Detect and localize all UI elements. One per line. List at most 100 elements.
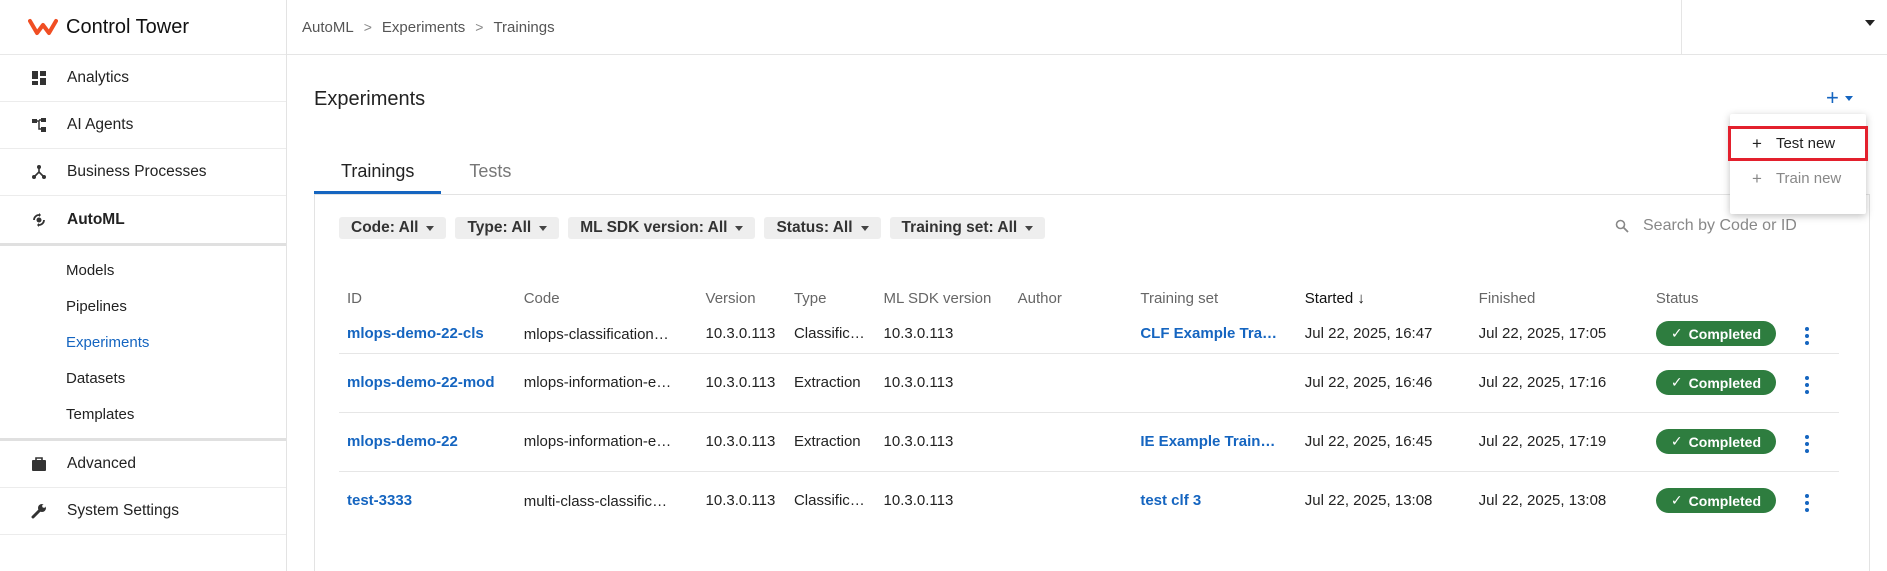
column-header-finished[interactable]: Finished [1471,281,1648,315]
status-badge-label: Completed [1688,374,1761,391]
table-row[interactable]: mlops-demo-22-mod mlops-information-extr… [339,353,1839,413]
sidebar-subitem-datasets[interactable]: Datasets [0,360,286,396]
search-icon [1615,219,1629,233]
page-title: Experiments [314,88,426,110]
menu-item-train-new[interactable]: + Train new [1730,161,1866,196]
sidebar-item-advanced[interactable]: Advanced [0,441,286,488]
dashboard-icon [30,69,48,87]
column-header-id[interactable]: ID [339,281,516,315]
sidebar-item-ai-agents[interactable]: AI Agents [0,102,286,149]
control-tower-logo-icon [28,19,58,35]
sidebar-item-business-processes[interactable]: Business Processes [0,149,286,196]
column-header-version[interactable]: Version [698,281,786,315]
column-header-training-set[interactable]: Training set [1132,281,1296,315]
sidebar-item-label: System Settings [67,502,179,519]
status-badge: ✓ Completed [1655,370,1776,395]
sidebar-subitem-experiments[interactable]: Experiments [0,324,286,360]
cell-actions [1793,315,1839,354]
column-header-actions [1793,281,1839,315]
status-badge-label: Completed [1688,433,1761,450]
chevron-down-icon [539,225,548,231]
cell-code-text: mlops-information-extrac… [523,433,674,451]
sidebar-item-system-settings[interactable]: System Settings [0,488,286,535]
brand[interactable]: Control Tower [0,0,286,55]
menu-item-test-new[interactable]: + Test new [1728,126,1868,161]
breadcrumb: AutoML > Experiments > Trainings [287,19,555,36]
cell-actions [1793,412,1839,472]
tab-tests[interactable]: Tests [441,155,538,194]
cell-training-set[interactable] [1132,353,1297,413]
chevron-down-icon [1844,95,1853,101]
more-options-icon[interactable] [1801,323,1813,349]
cell-id[interactable]: mlops-demo-22-mod [339,353,516,413]
ai-agents-icon [30,116,48,134]
process-icon [30,163,48,181]
cell-type: Extraction [785,412,876,472]
table-row[interactable]: mlops-demo-22-cls mlops-classification-p… [339,315,1839,354]
cell-author [1010,471,1133,530]
cell-id[interactable]: test-3333 [339,471,516,530]
column-header-started[interactable]: Started ↓ [1297,281,1471,315]
sidebar-item-label: Analytics [67,69,130,86]
more-options-icon[interactable] [1801,490,1813,516]
sidebar-item-label: Business Processes [67,163,207,180]
sidebar-subitem-templates[interactable]: Templates [0,396,286,432]
more-options-icon[interactable] [1801,431,1813,457]
cell-code: mlops-classification-pipe… [515,315,698,354]
table-row[interactable]: test-3333 multi-class-classification… 10… [339,471,1839,530]
column-header-ml-sdk-version[interactable]: ML SDK version [876,281,1010,315]
filter-training-set[interactable]: Training set: All [889,217,1046,239]
add-new-button[interactable]: + [1826,85,1853,110]
cell-training-set[interactable]: CLF Example Tra… [1132,315,1297,354]
status-badge: ✓ Completed [1655,321,1776,347]
column-header-status[interactable]: Status [1648,281,1794,315]
chevron-right-icon: > [363,19,372,35]
user-menu-dropdown[interactable] [1681,0,1887,54]
filter-type[interactable]: Type: All [455,217,560,239]
filter-ml-sdk-version[interactable]: ML SDK version: All [568,217,756,239]
cell-version: 10.3.0.113 [705,492,776,510]
filter-code[interactable]: Code: All [339,217,447,239]
cell-version: 10.3.0.113 [697,412,786,472]
menu-item-label: Test new [1775,135,1836,152]
search-input[interactable] [1643,217,1803,235]
cell-code: multi-class-classification… [516,471,698,530]
checkmark-icon: ✓ [1670,492,1683,509]
table-row[interactable]: mlops-demo-22 mlops-information-extrac… … [339,412,1839,472]
cell-training-set[interactable]: IE Example Train… [1132,412,1297,472]
column-header-type[interactable]: Type [786,281,876,315]
cell-code-text: multi-class-classification… [523,492,674,510]
sidebar-item-automl[interactable]: AutoML [0,196,286,243]
breadcrumb-automl[interactable]: AutoML [302,19,354,36]
plus-icon: + [1752,133,1762,153]
sidebar-item-analytics[interactable]: Analytics [0,55,286,102]
filter-status[interactable]: Status: All [764,217,881,239]
chevron-down-icon [1865,20,1875,26]
tab-trainings[interactable]: Trainings [314,155,442,194]
cell-ml-sdk-version: 10.3.0.113 [875,315,1010,354]
column-header-author[interactable]: Author [1010,281,1133,315]
add-new-menu: + Test new + Train new [1728,114,1868,214]
cell-type: Classific… [785,315,876,354]
cell-author [1009,353,1133,413]
cell-version: 10.3.0.113 [697,353,786,413]
more-options-icon[interactable] [1801,372,1813,398]
cell-id[interactable]: mlops-demo-22 [339,412,516,472]
cell-version: 10.3.0.113 [697,315,786,354]
cell-training-set[interactable]: test clf 3 [1132,471,1296,530]
cell-status: ✓ Completed [1647,412,1794,472]
cell-code: mlops-information-extrac… [515,412,698,472]
sidebar-subitem-pipelines[interactable]: Pipelines [0,288,286,324]
sidebar-subitem-models[interactable]: Models [0,252,286,288]
plus-icon: + [1826,85,1839,110]
arrow-down-icon: ↓ [1357,289,1365,307]
cell-id[interactable]: mlops-demo-22-cls [339,315,516,354]
chevron-down-icon [735,225,744,231]
cell-ml-sdk-version: 10.3.0.113 [875,412,1010,472]
plus-icon: + [1752,168,1762,188]
cell-ml-sdk-version: 10.3.0.113 [875,353,1010,413]
breadcrumb-experiments[interactable]: Experiments [382,19,465,36]
column-header-code[interactable]: Code [516,281,698,315]
automl-icon [30,211,48,229]
cell-code-text: mlops-information-extrac… [523,374,674,392]
